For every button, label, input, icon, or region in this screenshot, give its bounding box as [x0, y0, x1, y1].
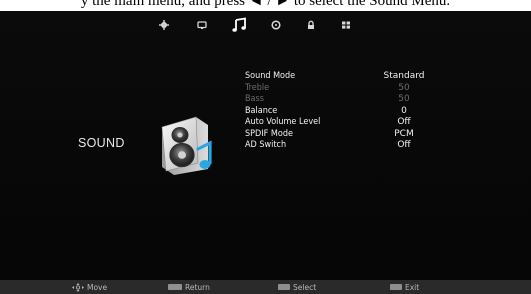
- setting-label: Bass: [245, 94, 264, 104]
- lock-icon[interactable]: [302, 16, 320, 34]
- time-clock-icon[interactable]: [267, 16, 285, 34]
- setting-label: Balance: [245, 105, 278, 116]
- menu-tab-bar: [0, 14, 531, 36]
- setting-value: 50: [398, 82, 410, 93]
- exit-hint: Exit: [390, 280, 419, 294]
- tv-screen: SOUND Sound Mode Standard Treble 50 Bass…: [0, 11, 531, 294]
- enter-key-icon: [278, 284, 290, 290]
- select-hint-label: Select: [293, 282, 317, 292]
- setting-label: AD Switch: [245, 140, 287, 150]
- exit-key-icon: [390, 284, 402, 290]
- setting-auto-volume-level[interactable]: Auto Volume Level Off: [245, 117, 445, 129]
- return-hint: Return: [168, 280, 210, 294]
- settings-gear-icon[interactable]: [155, 16, 173, 34]
- setting-value: 50: [398, 94, 410, 104]
- setting-label: SPDIF Mode: [245, 128, 293, 139]
- instruction-caption: y the main menu, and press ◄ / ► to sele…: [0, 0, 531, 11]
- instruction-text: y the main menu, and press ◄ / ► to sele…: [80, 0, 451, 9]
- speaker-music-icon: [158, 111, 220, 177]
- exit-hint-label: Exit: [405, 282, 420, 292]
- dpad-arrows-icon: [72, 282, 84, 292]
- setting-value: PCM: [394, 128, 414, 139]
- setting-label: Treble: [245, 82, 270, 93]
- select-hint: Select: [278, 280, 316, 294]
- setting-value: 0: [401, 105, 407, 116]
- sound-note-icon[interactable]: [231, 16, 249, 34]
- button-hint-bar: Move Return Select Exit: [0, 280, 531, 294]
- setting-label: Sound Mode: [245, 71, 296, 81]
- return-hint-label: Return: [185, 282, 210, 292]
- setting-ad-switch[interactable]: AD Switch Off: [245, 140, 445, 152]
- apps-grid-icon[interactable]: [337, 16, 355, 34]
- picture-icon[interactable]: [193, 16, 211, 34]
- setting-value: Standard: [383, 71, 425, 81]
- setting-bass: Bass 50: [245, 94, 445, 106]
- move-hint-label: Move: [87, 282, 108, 292]
- menu-key-icon: [168, 284, 182, 290]
- setting-label: Auto Volume Level: [245, 117, 321, 127]
- setting-treble: Treble 50: [245, 83, 445, 95]
- move-hint: Move: [72, 280, 107, 294]
- section-title: SOUND: [78, 136, 125, 150]
- setting-spdif-mode[interactable]: SPDIF Mode PCM: [245, 129, 445, 141]
- setting-value: Off: [397, 117, 411, 127]
- sound-settings-list: Sound Mode Standard Treble 50 Bass 50 Ba…: [245, 71, 445, 152]
- setting-value: Off: [397, 140, 411, 150]
- setting-sound-mode[interactable]: Sound Mode Standard: [245, 71, 445, 83]
- setting-balance[interactable]: Balance 0: [245, 106, 445, 118]
